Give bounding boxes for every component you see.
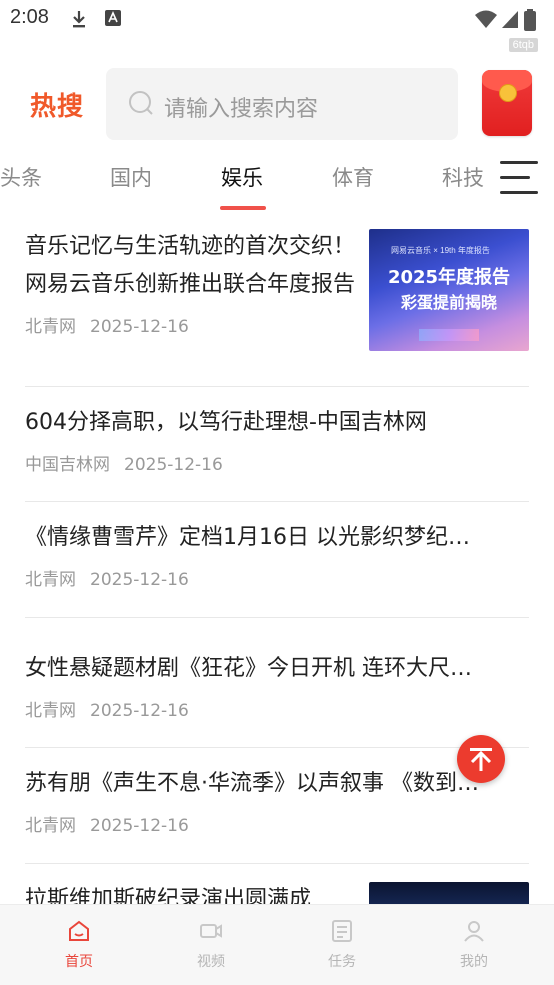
news-date: 2025-12-16 xyxy=(90,317,189,337)
news-title: 604分择高职，以笃行赴理想-中国吉林网 xyxy=(25,410,427,435)
app-header: 热搜 请输入搜索内容 xyxy=(0,62,554,148)
nav-label: 我的 xyxy=(460,954,488,970)
red-packet-button[interactable] xyxy=(482,70,532,136)
nav-tasks[interactable]: 任务 xyxy=(273,905,411,985)
bottom-navigation: 首页 视频 任务 我的 xyxy=(0,904,554,985)
thumbnail-subheadline: 彩蛋提前揭晓 xyxy=(400,293,497,312)
nav-home[interactable]: 首页 xyxy=(10,905,148,985)
news-title: 《情缘曹雪芹》定档1月16日 以光影织梦纪… xyxy=(25,525,470,550)
nav-profile[interactable]: 我的 xyxy=(405,905,543,985)
thumbnail-headline: 2025年度报告 xyxy=(387,267,511,288)
status-time: 2:08 xyxy=(10,6,49,28)
version-badge: 6tqb xyxy=(508,38,538,52)
news-item[interactable]: 女性悬疑题材剧《狂花》今日开机 连环大尺… 北青网 2025-12-16 xyxy=(25,650,529,721)
search-placeholder: 请输入搜索内容 xyxy=(164,97,319,122)
news-meta: 北青网 2025-12-16 xyxy=(25,565,529,590)
news-title: 女性悬疑题材剧《狂花》今日开机 连环大尺… xyxy=(25,656,472,681)
divider xyxy=(25,747,529,748)
news-source: 北青网 xyxy=(25,816,76,836)
news-item[interactable]: 拉斯维加斯破纪录演出圆满成 xyxy=(25,881,529,904)
news-source: 北青网 xyxy=(25,317,76,337)
menu-icon[interactable] xyxy=(500,158,540,194)
news-source: 北青网 xyxy=(25,701,76,721)
tab-technology[interactable]: 科技 xyxy=(442,162,484,192)
tab-entertainment[interactable]: 娱乐 xyxy=(221,162,263,192)
news-feed[interactable]: 音乐记忆与生活轨迹的首次交织！网易云音乐创新推出联合年度报告 北青网 2025-1… xyxy=(0,212,554,904)
search-icon xyxy=(129,91,153,115)
nav-label: 首页 xyxy=(65,954,93,970)
wifi-icon xyxy=(475,10,497,28)
thumbnail-decoration xyxy=(419,329,479,341)
tab-sports[interactable]: 体育 xyxy=(332,162,374,192)
arrow-up-icon xyxy=(470,748,492,771)
news-thumbnail xyxy=(369,882,529,904)
news-item[interactable]: 苏有朋《声生不息·华流季》以声叙事 《数到… 北青网 2025-12-16 xyxy=(25,765,529,836)
video-icon xyxy=(200,924,222,938)
news-item[interactable]: 《情缘曹雪芹》定档1月16日 以光影织梦纪… 北青网 2025-12-16 xyxy=(25,519,529,590)
news-thumbnail: 网易云音乐 × 19th 年度报告 2025年度报告 彩蛋提前揭晓 xyxy=(369,229,529,351)
nav-label: 视频 xyxy=(197,954,225,970)
news-date: 2025-12-16 xyxy=(124,455,223,475)
red-packet-coin-icon xyxy=(499,84,517,102)
news-meta: 北青网 2025-12-16 xyxy=(25,811,529,836)
nav-video[interactable]: 视频 xyxy=(142,905,280,985)
news-meta: 北青网 2025-12-16 xyxy=(25,696,529,721)
news-meta: 中国吉林网 2025-12-16 xyxy=(25,450,529,475)
app-logo: 热搜 xyxy=(30,92,85,122)
news-source: 北青网 xyxy=(25,570,76,590)
thumbnail-caption: 网易云音乐 × 19th 年度报告 xyxy=(391,246,490,255)
download-icon xyxy=(73,11,85,28)
task-icon xyxy=(332,920,352,942)
news-title: 苏有朋《声生不息·华流季》以声叙事 《数到… xyxy=(25,771,479,796)
tab-headline[interactable]: 头条 xyxy=(0,162,42,192)
news-date: 2025-12-16 xyxy=(90,701,189,721)
news-title: 音乐记忆与生活轨迹的首次交织！网易云音乐创新推出联合年度报告 xyxy=(25,234,355,297)
news-date: 2025-12-16 xyxy=(90,570,189,590)
back-to-top-button[interactable] xyxy=(457,735,505,783)
divider xyxy=(25,617,529,618)
news-item[interactable]: 音乐记忆与生活轨迹的首次交织！网易云音乐创新推出联合年度报告 北青网 2025-1… xyxy=(25,228,529,351)
news-item[interactable]: 604分择高职，以笃行赴理想-中国吉林网 中国吉林网 2025-12-16 xyxy=(25,404,529,475)
search-input[interactable]: 请输入搜索内容 xyxy=(106,68,458,140)
battery-icon xyxy=(524,9,536,31)
divider xyxy=(25,501,529,502)
category-tabs: 头条 国内 娱乐 体育 科技 xyxy=(0,152,554,212)
status-bar: 2:08 6tqb xyxy=(0,0,554,52)
home-icon xyxy=(69,920,89,941)
divider xyxy=(25,863,529,864)
news-date: 2025-12-16 xyxy=(90,816,189,836)
divider xyxy=(25,386,529,387)
profile-icon xyxy=(464,921,484,942)
news-source: 中国吉林网 xyxy=(25,455,110,475)
cellular-signal-icon xyxy=(502,11,518,28)
tab-domestic[interactable]: 国内 xyxy=(110,162,152,192)
active-tab-indicator xyxy=(220,206,266,210)
news-title: 拉斯维加斯破纪录演出圆满成 xyxy=(25,887,312,904)
app-notification-icon xyxy=(105,10,121,26)
nav-label: 任务 xyxy=(328,954,356,970)
